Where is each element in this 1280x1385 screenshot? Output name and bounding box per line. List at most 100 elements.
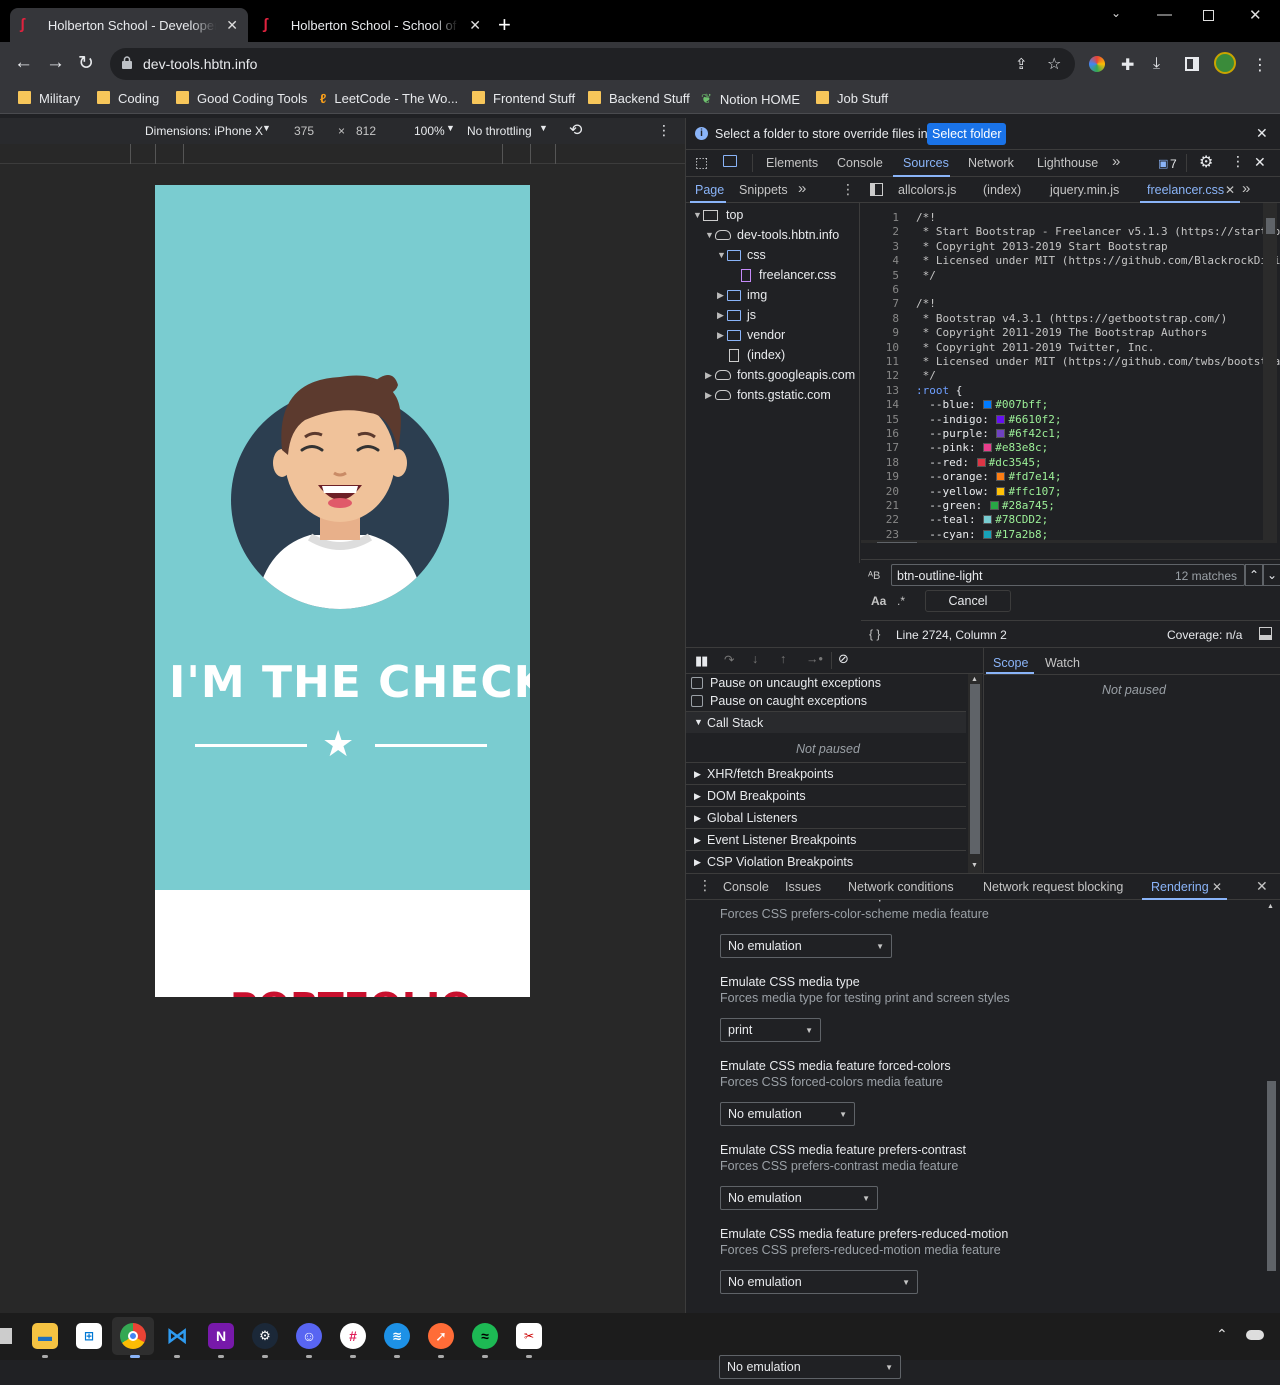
- tree-item-googleapis[interactable]: ▶ fonts.googleapis.com: [705, 368, 855, 382]
- file-tab-allcolors[interactable]: allcolors.js: [898, 183, 956, 197]
- forced-colors-select[interactable]: No emulation ▼: [720, 1102, 855, 1126]
- steam-icon[interactable]: ⚙: [252, 1323, 278, 1349]
- docker-icon[interactable]: ≋: [384, 1323, 410, 1349]
- close-tab-icon[interactable]: ✕: [226, 17, 238, 34]
- tree-item-top[interactable]: ▼ top: [693, 208, 743, 222]
- search-input[interactable]: btn-outline-light 12 matches: [891, 564, 1245, 586]
- replace-toggle-icon[interactable]: ᴬB: [868, 570, 880, 582]
- breakpoint-section-header[interactable]: ▶ XHR/fetch Breakpoints: [686, 762, 966, 784]
- postman-icon[interactable]: ➚: [428, 1323, 454, 1349]
- tab-elements[interactable]: Elements: [766, 156, 818, 170]
- bookmark-backend[interactable]: Backend Stuff: [588, 91, 690, 106]
- pause-icon[interactable]: ▮▮: [695, 653, 708, 669]
- drawer-scrollbar[interactable]: ▲: [1264, 901, 1278, 1314]
- bookmark-job-stuff[interactable]: Job Stuff: [816, 91, 888, 106]
- tab-network[interactable]: Network: [968, 156, 1014, 170]
- bookmark-military[interactable]: Military: [18, 91, 80, 106]
- step-over-icon[interactable]: ↷: [724, 652, 734, 667]
- issues-icon[interactable]: ▣: [1158, 157, 1168, 170]
- tab-sources[interactable]: Sources: [903, 156, 949, 170]
- media-query-ruler[interactable]: [0, 144, 685, 164]
- call-stack-header[interactable]: ▼ Call Stack: [686, 711, 966, 733]
- file-tab-freelancer[interactable]: freelancer.css: [1147, 183, 1224, 197]
- height-input[interactable]: 812: [356, 124, 376, 138]
- drawer-tab-rendering[interactable]: Rendering: [1151, 880, 1209, 894]
- download-icon[interactable]: ⤓: [1153, 55, 1160, 73]
- start-icon[interactable]: [0, 1328, 12, 1344]
- close-infobar-icon[interactable]: ✕: [1256, 125, 1268, 142]
- step-out-icon[interactable]: ↑: [780, 652, 786, 666]
- breakpoint-section-header[interactable]: ▶ DOM Breakpoints: [686, 784, 966, 806]
- close-file-tab-icon[interactable]: ✕: [1225, 183, 1235, 197]
- prefers-contrast-select[interactable]: No emulation ▼: [720, 1186, 878, 1210]
- previous-match-icon[interactable]: ⌃: [1245, 564, 1263, 586]
- minimize-icon[interactable]: —: [1157, 6, 1172, 23]
- regex-button[interactable]: .*: [897, 594, 905, 608]
- code-editor[interactable]: 1 /*! 2 * Start Bootstrap - Freelancer v5.…: [861, 203, 1280, 543]
- settings-gear-icon[interactable]: ⚙: [1199, 152, 1213, 172]
- snipping-tool-icon[interactable]: ✂: [516, 1323, 542, 1349]
- file-tab-jquery[interactable]: jquery.min.js: [1050, 183, 1119, 197]
- step-into-icon[interactable]: ↓: [752, 652, 758, 666]
- breakpoint-section-header[interactable]: ▶ Event Listener Breakpoints: [686, 828, 966, 850]
- width-input[interactable]: 375: [294, 124, 314, 138]
- device-mode-icon[interactable]: [723, 155, 737, 167]
- chrome-menu-icon[interactable]: ⋮: [1252, 55, 1268, 75]
- address-bar[interactable]: dev-tools.hbtn.info ⇪ ☆: [110, 48, 1075, 80]
- navigator-menu-icon[interactable]: ⋮: [841, 181, 855, 198]
- tree-item-gstatic[interactable]: ▶ fonts.gstatic.com: [705, 388, 831, 402]
- pause-caught-checkbox[interactable]: [691, 695, 703, 707]
- match-case-button[interactable]: Aa: [871, 594, 886, 608]
- tree-item-js[interactable]: ▶ js: [717, 308, 756, 322]
- zoom-select[interactable]: 100%: [414, 124, 445, 138]
- pause-uncaught-checkbox[interactable]: [691, 677, 703, 689]
- tab-console[interactable]: Console: [837, 156, 883, 170]
- bookmark-notion[interactable]: ❦ Notion HOME: [701, 91, 800, 107]
- cancel-search-button[interactable]: Cancel: [925, 590, 1011, 612]
- color-scheme-select[interactable]: No emulation ▼: [720, 934, 892, 958]
- tree-item-index[interactable]: (index): [729, 348, 785, 362]
- debugger-scrollbar[interactable]: ▲ ▼: [968, 674, 982, 874]
- file-tab-index[interactable]: (index): [983, 183, 1021, 197]
- reload-icon[interactable]: ↻: [78, 52, 94, 75]
- throttling-select[interactable]: No throttling: [467, 124, 532, 138]
- tree-item-img[interactable]: ▶ img: [717, 288, 767, 302]
- tree-item-freelancer-css[interactable]: freelancer.css: [741, 268, 836, 282]
- vertical-scrollbar[interactable]: [1263, 203, 1277, 543]
- more-nav-tabs-icon[interactable]: »: [798, 180, 806, 197]
- tray-chevron-icon[interactable]: ⌃: [1216, 1326, 1228, 1343]
- drawer-tab-network-conditions[interactable]: Network conditions: [848, 880, 954, 894]
- rotate-icon[interactable]: ⟲: [569, 120, 582, 140]
- devtools-menu-icon[interactable]: ⋮: [1231, 153, 1245, 170]
- bookmark-coding[interactable]: Coding: [97, 91, 159, 106]
- spotify-icon[interactable]: ≈: [472, 1323, 498, 1349]
- issues-count[interactable]: 7: [1170, 157, 1177, 171]
- close-tab-icon[interactable]: ✕: [469, 17, 481, 34]
- toggle-navigator-icon[interactable]: [870, 183, 883, 196]
- drawer-tab-issues[interactable]: Issues: [785, 880, 821, 894]
- tree-item-css[interactable]: ▼ css: [717, 248, 766, 262]
- tab-scope[interactable]: Scope: [993, 656, 1028, 670]
- tab-snippets[interactable]: Snippets: [739, 183, 788, 197]
- drawer-tab-console[interactable]: Console: [723, 880, 769, 894]
- forward-icon[interactable]: →: [46, 52, 65, 74]
- step-icon[interactable]: →•: [806, 652, 823, 666]
- more-tabs-icon[interactable]: »: [1112, 153, 1120, 170]
- bookmark-star-icon[interactable]: ☆: [1047, 54, 1061, 74]
- next-match-icon[interactable]: ⌄: [1263, 564, 1280, 586]
- inspect-element-icon[interactable]: ⬚: [695, 154, 708, 171]
- side-panel-icon[interactable]: [1185, 57, 1199, 71]
- drawer-menu-icon[interactable]: ⋮: [698, 877, 712, 894]
- onedrive-icon[interactable]: [1246, 1330, 1264, 1340]
- pretty-print-icon[interactable]: { }: [869, 627, 880, 641]
- profile-avatar[interactable]: [1214, 52, 1236, 74]
- slack-icon[interactable]: #: [340, 1323, 366, 1349]
- bookmark-good-coding-tools[interactable]: Good Coding Tools: [176, 91, 307, 106]
- breakpoint-section-header[interactable]: ▶ Global Listeners: [686, 806, 966, 828]
- tab-page[interactable]: Page: [695, 183, 724, 197]
- chrome-icon[interactable]: [120, 1323, 146, 1349]
- microsoft-store-icon[interactable]: ⊞: [76, 1323, 102, 1349]
- bookmark-leetcode[interactable]: ℓ LeetCode - The Wo...: [320, 91, 458, 106]
- close-devtools-icon[interactable]: ✕: [1254, 154, 1266, 171]
- close-drawer-icon[interactable]: ✕: [1256, 878, 1268, 895]
